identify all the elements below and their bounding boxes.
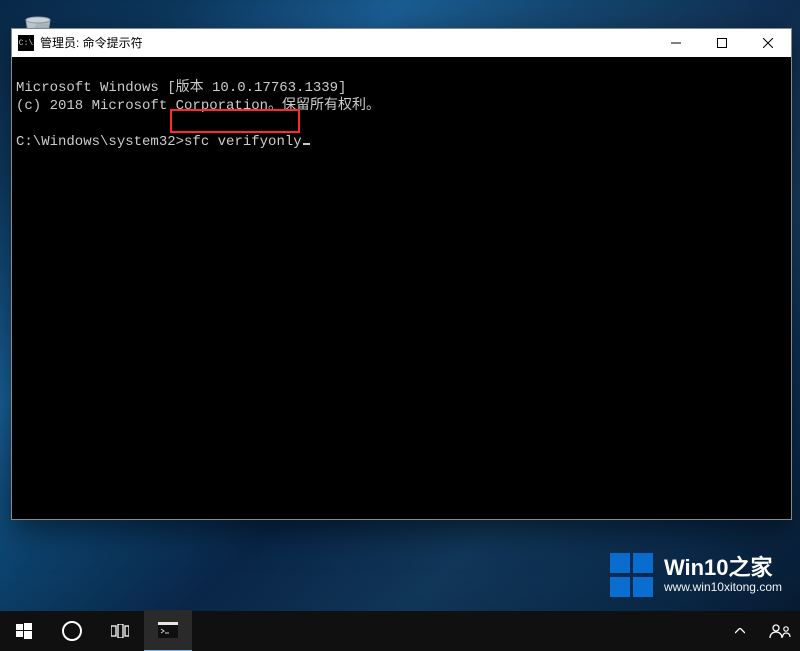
cortana-button[interactable]: [48, 611, 96, 651]
cursor: [303, 143, 310, 145]
cmd-icon: C:\: [18, 35, 34, 51]
watermark-url: www.win10xitong.com: [664, 581, 782, 594]
minimize-button[interactable]: [653, 29, 699, 57]
people-button[interactable]: [760, 611, 800, 651]
tray-overflow-button[interactable]: [720, 611, 760, 651]
desktop: C:\ 管理员: 命令提示符 Microsoft Windows [版本 10.…: [0, 0, 800, 651]
watermark-brand-en: Win10: [664, 555, 729, 580]
start-button[interactable]: [0, 611, 48, 651]
term-prompt: C:\Windows\system32>: [16, 134, 184, 150]
close-button[interactable]: [745, 29, 791, 57]
taskbar: [0, 611, 800, 651]
terminal-area[interactable]: Microsoft Windows [版本 10.0.17763.1339] (…: [12, 57, 791, 519]
term-line1: Microsoft Windows [版本 10.0.17763.1339]: [16, 80, 346, 96]
term-command: sfc verifyonly: [184, 134, 302, 150]
cortana-icon: [62, 621, 82, 641]
windows-logo-icon: [610, 553, 654, 597]
taskbar-app-cmd[interactable]: [144, 610, 192, 651]
titlebar[interactable]: C:\ 管理员: 命令提示符: [12, 29, 791, 57]
watermark-brand-zh: 之家: [729, 555, 773, 580]
cmd-window: C:\ 管理员: 命令提示符 Microsoft Windows [版本 10.…: [11, 28, 792, 520]
watermark: Win10之家 www.win10xitong.com: [610, 553, 782, 597]
maximize-button[interactable]: [699, 29, 745, 57]
system-tray: [720, 611, 800, 651]
term-line2: (c) 2018 Microsoft Corporation。保留所有权利。: [16, 98, 380, 114]
window-title: 管理员: 命令提示符: [40, 29, 143, 57]
task-view-button[interactable]: [96, 611, 144, 651]
